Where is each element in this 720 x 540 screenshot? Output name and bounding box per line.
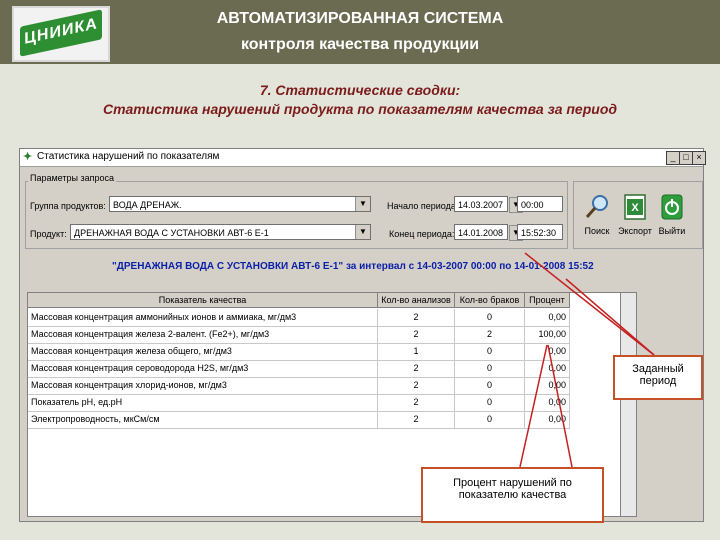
table-row[interactable]: Массовая концентрация сероводорода H2S, …	[28, 360, 570, 378]
header-subtitle: контроля качества продукции	[240, 36, 480, 53]
table-cell: 2	[378, 360, 455, 377]
table-cell: 0	[455, 360, 525, 377]
table-cell: Массовая концентрация хлорид-ионов, мг/д…	[28, 377, 378, 394]
table-cell: 0	[455, 377, 525, 394]
table-cell: Показатель pH, ед.pH	[28, 394, 378, 411]
table-cell: 0,00	[525, 377, 570, 394]
table-cell: 0	[455, 309, 525, 326]
end-period-label: Конец периода:	[389, 229, 455, 239]
group-select-value: ВОДА ДРЕНАЖ.	[113, 200, 182, 210]
logo-text: ЦНИИКА	[24, 15, 98, 48]
app-window: ✦ Статистика нарушений по показателям _ …	[19, 148, 706, 522]
search-icon	[584, 192, 610, 222]
chevron-down-icon[interactable]: ▼	[355, 225, 370, 239]
header-title: АВТОМАТИЗИРОВАННАЯ СИСТЕМА	[216, 10, 504, 27]
table-cell: 2	[378, 394, 455, 411]
table-cell: 0,00	[525, 343, 570, 360]
column-header[interactable]: Кол-во анализов	[378, 293, 455, 308]
search-button-label: Поиск	[584, 226, 610, 236]
product-select[interactable]: ДРЕНАЖНАЯ ВОДА С УСТАНОВКИ АВТ-6 Е-1 ▼	[70, 224, 371, 240]
window-titlebar[interactable]: ✦ Статистика нарушений по показателям _ …	[20, 149, 706, 167]
table-row[interactable]: Показатель pH, ед.pH 2 0 0,00	[28, 394, 570, 412]
table-row[interactable]: Электропроводность, мкСм/см 2 0 0,00	[28, 411, 570, 429]
table-cell: 0	[455, 411, 525, 428]
table-row[interactable]: Массовая концентрация аммонийных ионов и…	[28, 309, 570, 327]
table-cell: 2	[455, 326, 525, 343]
table-cell: 0,00	[525, 360, 570, 377]
column-header[interactable]: Показатель качества	[28, 293, 378, 308]
table-row[interactable]: Массовая концентрация хлорид-ионов, мг/д…	[28, 377, 570, 395]
table-cell: Электропроводность, мкСм/см	[28, 411, 378, 428]
table-row[interactable]: Массовая концентрация железа общего, мг/…	[28, 343, 570, 361]
exit-button[interactable]: Выйти	[655, 192, 689, 236]
percent-annotation: Процент нарушений по показателю качества	[421, 467, 604, 523]
start-period-label: Начало периода:	[387, 201, 459, 211]
period-annotation: Заданный период	[613, 355, 703, 400]
section-subtitle: Статистика нарушений продукта по показат…	[102, 101, 618, 117]
group-select[interactable]: ВОДА ДРЕНАЖ. ▼	[109, 196, 371, 212]
excel-icon: X	[622, 192, 648, 222]
power-icon	[659, 192, 685, 222]
table-cell: 2	[378, 326, 455, 343]
table-cell: 2	[378, 309, 455, 326]
column-header[interactable]: Процент	[525, 293, 570, 308]
table-cell: 2	[378, 377, 455, 394]
product-label: Продукт:	[30, 229, 67, 239]
minimize-icon[interactable]: _	[666, 151, 680, 165]
export-button[interactable]: X Экспорт	[618, 192, 652, 236]
search-button[interactable]: Поиск	[580, 192, 614, 236]
svg-text:X: X	[631, 202, 639, 214]
window-title: Статистика нарушений по показателям	[37, 151, 220, 162]
table-cell: Массовая концентрация железа общего, мг/…	[28, 343, 378, 360]
group-label: Группа продуктов:	[30, 201, 106, 211]
table-cell: 0	[455, 343, 525, 360]
params-label: Параметры запроса	[28, 173, 116, 183]
scrollbar[interactable]	[620, 292, 637, 517]
table-cell: 1	[378, 343, 455, 360]
table-cell: 2	[378, 411, 455, 428]
table-cell: 0	[455, 394, 525, 411]
table-cell: Массовая концентрация железа 2-валент. (…	[28, 326, 378, 343]
table-cell: 0,00	[525, 394, 570, 411]
product-select-value: ДРЕНАЖНАЯ ВОДА С УСТАНОВКИ АВТ-6 Е-1	[74, 228, 269, 238]
table-row[interactable]: Массовая концентрация железа 2-валент. (…	[28, 326, 570, 344]
export-button-label: Экспорт	[618, 226, 652, 236]
start-time-input[interactable]: 00:00	[517, 196, 563, 212]
app-icon: ✦	[23, 151, 33, 163]
header-bar: ЦНИИКА АВТОМАТИЗИРОВАННАЯ СИСТЕМА контро…	[0, 0, 720, 64]
table-cell: 0,00	[525, 411, 570, 428]
chevron-down-icon[interactable]: ▼	[355, 197, 370, 211]
close-icon[interactable]: ×	[692, 151, 706, 165]
end-date-input[interactable]: 14.01.2008	[454, 224, 508, 240]
section-title: 7. Статистические сводки:	[259, 82, 461, 98]
table-cell: Массовая концентрация аммонийных ионов и…	[28, 309, 378, 326]
start-date-input[interactable]: 14.03.2007	[454, 196, 508, 212]
logo: ЦНИИКА	[12, 6, 110, 62]
end-time-input[interactable]: 15:52:30	[517, 224, 563, 240]
summary-text: "ДРЕНАЖНАЯ ВОДА С УСТАНОВКИ АВТ-6 Е-1" з…	[112, 261, 594, 272]
table-cell: 100,00	[525, 326, 570, 343]
exit-button-label: Выйти	[658, 226, 686, 236]
table-cell: Массовая концентрация сероводорода H2S, …	[28, 360, 378, 377]
table-cell: 0,00	[525, 309, 570, 326]
maximize-icon[interactable]: □	[679, 151, 693, 165]
column-header[interactable]: Кол-во браков	[455, 293, 525, 308]
